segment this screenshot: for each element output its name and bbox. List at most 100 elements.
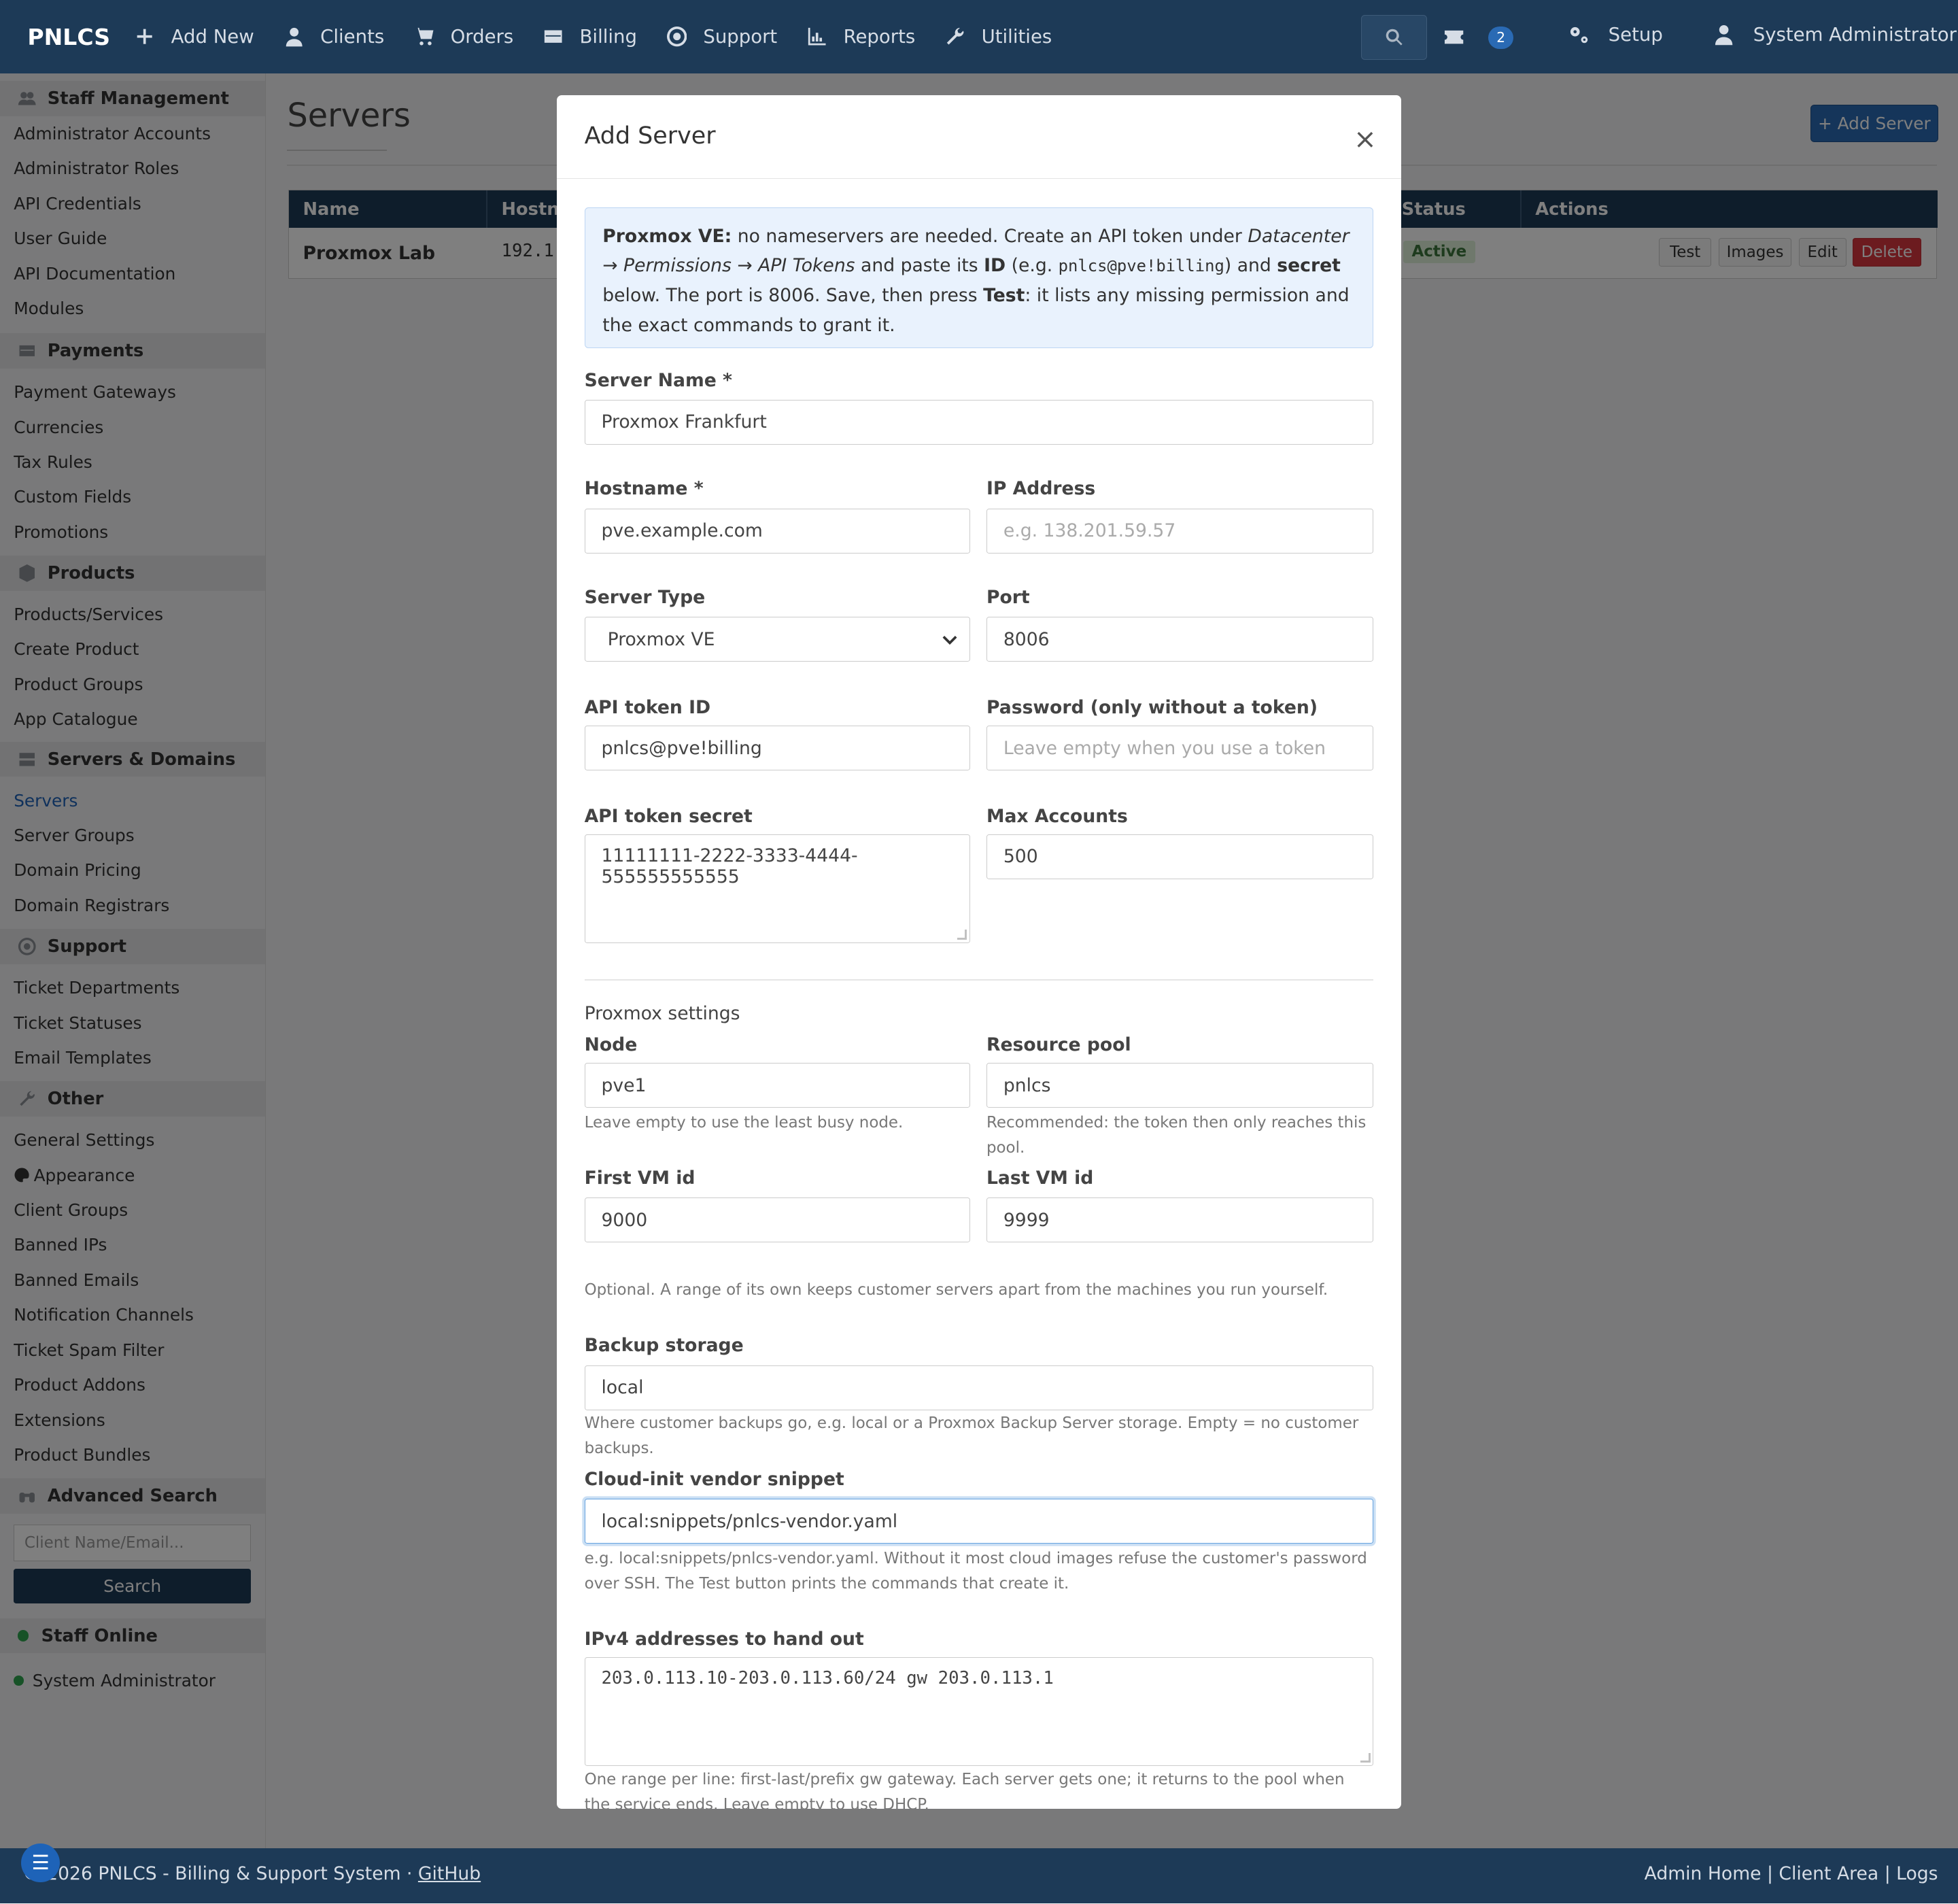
nav-utilities[interactable]: Utilities bbox=[945, 26, 1052, 48]
first-vm-id-input[interactable]: 9000 bbox=[584, 1197, 971, 1243]
server-name-label: Server Name * bbox=[584, 369, 732, 391]
ip-address-input[interactable]: e.g. 138.201.59.57 bbox=[986, 508, 1374, 554]
footer-text: © 2026 PNLCS - Billing & Support System … bbox=[22, 1863, 418, 1885]
api-token-secret-textarea[interactable]: 11111111-2222-3333-4444-555555555555 bbox=[584, 834, 971, 943]
chevron-down-icon bbox=[942, 635, 957, 645]
resource-pool-input[interactable]: pnlcs bbox=[986, 1063, 1374, 1108]
resize-handle-icon[interactable] bbox=[957, 930, 967, 940]
plus-icon bbox=[137, 29, 153, 45]
ipv4-label: IPv4 addresses to hand out bbox=[584, 1629, 864, 1650]
ipv4-textarea[interactable]: 203.0.113.10-203.0.113.60/24 gw 203.0.11… bbox=[584, 1657, 1374, 1767]
nav-user-menu[interactable]: System Administrator bbox=[1713, 24, 1957, 46]
wrench-icon bbox=[947, 28, 964, 46]
last-vm-id-label: Last VM id bbox=[986, 1168, 1094, 1189]
nav-search-button[interactable] bbox=[1361, 15, 1428, 61]
nav-reports[interactable]: Reports bbox=[807, 26, 915, 48]
info-text: (e.g. bbox=[1006, 255, 1059, 277]
api-token-id-label: API token ID bbox=[584, 696, 711, 718]
footer-links[interactable]: Admin Home | Client Area | Logs bbox=[1645, 1863, 1938, 1884]
first-vm-id-label: First VM id bbox=[584, 1168, 695, 1189]
nav-add-new-label: Add New bbox=[171, 26, 254, 48]
api-token-secret-label: API token secret bbox=[584, 805, 753, 827]
user-icon bbox=[1715, 25, 1733, 46]
node-label: Node bbox=[584, 1034, 638, 1055]
api-token-id-input[interactable]: pnlcs@pve!billing bbox=[584, 726, 971, 771]
resource-pool-help: Recommended: the token then only reaches… bbox=[986, 1113, 1367, 1157]
server-type-select[interactable]: Proxmox VE bbox=[584, 617, 971, 662]
last-vm-id-input[interactable]: 9999 bbox=[986, 1197, 1374, 1243]
backup-storage-help: Where customer backups go, e.g. local or… bbox=[584, 1414, 1359, 1458]
info-code: pnlcs@pve!billing bbox=[1058, 256, 1224, 276]
node-help: Leave empty to use the least busy node. bbox=[584, 1113, 904, 1132]
nav-tickets[interactable] bbox=[1443, 27, 1464, 52]
add-server-modal: Add Server × Proxmox VE: no nameservers … bbox=[557, 95, 1401, 1809]
nav-support[interactable]: Support bbox=[667, 26, 777, 48]
server-type-label: Server Type bbox=[584, 587, 706, 609]
nav-setup[interactable]: Setup bbox=[1568, 24, 1663, 46]
api-token-secret-value: 11111111-2222-3333-4444-555555555555 bbox=[601, 845, 858, 887]
ticket-count-badge[interactable]: 2 bbox=[1488, 26, 1514, 49]
info-text: and paste its bbox=[855, 255, 984, 277]
close-icon[interactable]: × bbox=[1354, 122, 1377, 155]
footer-copyright: © 2026 PNLCS - Billing & Support System … bbox=[22, 1863, 481, 1884]
nav-add-new[interactable]: Add New bbox=[135, 26, 254, 48]
brand-logo[interactable]: PNLCS bbox=[27, 24, 135, 50]
search-icon bbox=[1386, 29, 1403, 46]
hostname-label: Hostname * bbox=[584, 478, 704, 500]
info-strong: ID bbox=[984, 255, 1006, 277]
top-navbar: PNLCS Add New Clients Orders Billing Sup… bbox=[0, 0, 1958, 74]
server-name-input[interactable]: Proxmox Frankfurt bbox=[584, 399, 1374, 445]
menu-toggle-button[interactable]: ☰ bbox=[21, 1843, 61, 1882]
server-type-value: Proxmox VE bbox=[607, 628, 715, 650]
nav-reports-label: Reports bbox=[843, 26, 916, 48]
nav-support-label: Support bbox=[703, 26, 778, 48]
nav-clients-label: Clients bbox=[320, 26, 385, 48]
resize-handle-icon[interactable] bbox=[1360, 1752, 1371, 1763]
nav-clients[interactable]: Clients bbox=[284, 26, 384, 48]
github-link[interactable]: GitHub bbox=[418, 1863, 481, 1884]
cloud-init-label: Cloud-init vendor snippet bbox=[584, 1468, 844, 1490]
port-input[interactable]: 8006 bbox=[986, 617, 1374, 662]
cloud-init-help: e.g. local:snippets/pnlcs-vendor.yaml. W… bbox=[584, 1549, 1367, 1593]
section-divider bbox=[584, 979, 1374, 981]
cart-icon bbox=[414, 28, 434, 46]
modal-title: Add Server bbox=[584, 122, 716, 150]
proxmox-settings-heading: Proxmox settings bbox=[584, 1002, 740, 1024]
info-strong: secret bbox=[1277, 255, 1341, 277]
resource-pool-label: Resource pool bbox=[986, 1034, 1131, 1055]
ipv4-help: One range per line: first-last/prefix gw… bbox=[584, 1770, 1345, 1809]
ipv4-value: 203.0.113.10-203.0.113.60/24 gw 203.0.11… bbox=[601, 1667, 1054, 1688]
proxmox-info-alert: Proxmox VE: no nameservers are needed. C… bbox=[584, 207, 1374, 349]
node-input[interactable]: pve1 bbox=[584, 1063, 971, 1108]
nav-setup-label: Setup bbox=[1608, 23, 1663, 46]
chart-icon bbox=[808, 28, 826, 46]
port-label: Port bbox=[986, 587, 1030, 609]
modal-header: Add Server × bbox=[557, 95, 1401, 179]
user-icon bbox=[286, 28, 303, 47]
info-text: ) and bbox=[1224, 255, 1277, 277]
ticket-icon bbox=[1445, 30, 1464, 44]
password-label: Password (only without a token) bbox=[986, 696, 1318, 718]
info-text: below. The port is 8006. Save, then pres… bbox=[602, 285, 984, 307]
nav-billing[interactable]: Billing bbox=[543, 26, 637, 48]
backup-storage-label: Backup storage bbox=[584, 1335, 744, 1357]
backup-storage-input[interactable]: local bbox=[584, 1365, 1374, 1410]
ip-address-label: IP Address bbox=[986, 478, 1096, 500]
nav-billing-label: Billing bbox=[579, 26, 637, 48]
nav-orders-label: Orders bbox=[450, 26, 514, 48]
nav-orders[interactable]: Orders bbox=[414, 26, 513, 48]
credit-card-icon bbox=[545, 30, 562, 44]
lifebuoy-icon bbox=[667, 27, 687, 47]
max-accounts-input[interactable]: 500 bbox=[986, 834, 1374, 879]
vm-range-help: Optional. A range of its own keeps custo… bbox=[584, 1280, 1328, 1299]
footer: © 2026 PNLCS - Billing & Support System … bbox=[0, 1848, 1958, 1904]
gears-icon bbox=[1570, 27, 1588, 44]
password-input[interactable]: Leave empty when you use a token bbox=[986, 726, 1374, 771]
info-strong: Test bbox=[983, 285, 1025, 307]
nav-user-label: System Administrator bbox=[1753, 23, 1957, 46]
max-accounts-label: Max Accounts bbox=[986, 805, 1128, 827]
nav-utilities-label: Utilities bbox=[981, 26, 1052, 48]
cloud-init-input[interactable]: local:snippets/pnlcs-vendor.yaml bbox=[584, 1499, 1374, 1544]
hostname-input[interactable]: pve.example.com bbox=[584, 508, 971, 554]
info-strong: Proxmox VE: bbox=[602, 226, 732, 248]
